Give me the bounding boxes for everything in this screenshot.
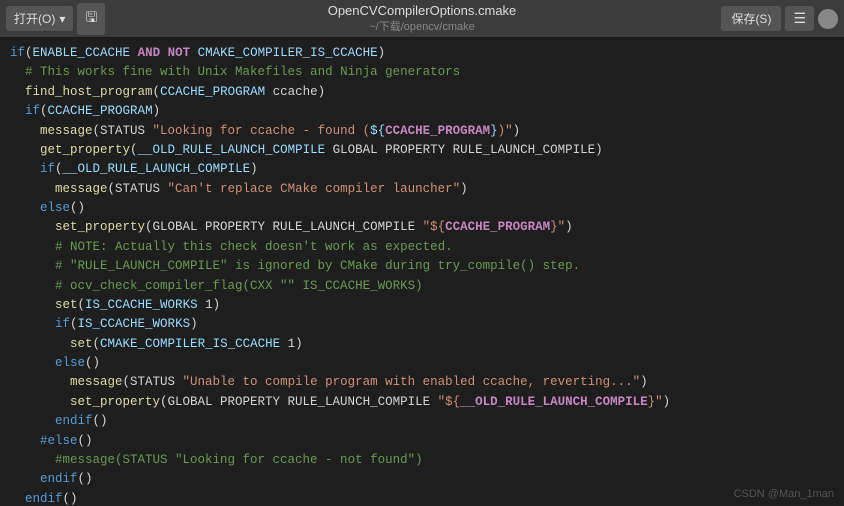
code-line-8: message(STATUS "Can't replace CMake comp… [0,180,844,199]
file-path: ~/下载/opencv/cmake [328,18,517,34]
code-line-17: else() [0,354,844,373]
code-editor[interactable]: if(ENABLE_CCACHE AND NOT CMAKE_COMPILER_… [0,38,844,506]
titlebar-left: 打开(O) ▾ 🖫 [0,3,105,35]
code-line-4: if(CCACHE_PROGRAM) [0,102,844,121]
code-line-3: find_host_program(CCACHE_PROGRAM ccache) [0,83,844,102]
file-icon-button[interactable]: 🖫 [77,3,105,35]
code-line-18: message(STATUS "Unable to compile progra… [0,373,844,392]
code-line-5: message(STATUS "Looking for ccache - fou… [0,122,844,141]
code-line-12: # "RULE_LAUNCH_COMPILE" is ignored by CM… [0,257,844,276]
open-arrow: ▾ [59,12,65,26]
watermark-label: CSDN @Man_1man [734,488,834,500]
code-line-10: set_property(GLOBAL PROPERTY RULE_LAUNCH… [0,218,844,237]
open-label: 打开(O) [14,10,55,27]
code-line-19: set_property(GLOBAL PROPERTY RULE_LAUNCH… [0,393,844,412]
titlebar-right: 保存(S) ☰ [721,6,844,31]
file-title: OpenCVCompilerOptions.cmake [328,3,517,18]
code-line-23: endif() [0,470,844,489]
save-button[interactable]: 保存(S) [721,6,781,31]
code-line-21: #else() [0,432,844,451]
code-line-2: # This works fine with Unix Makefiles an… [0,63,844,82]
circle-button[interactable] [818,9,838,29]
titlebar-center: OpenCVCompilerOptions.cmake ~/下载/opencv/… [328,3,517,34]
menu-hamburger-button[interactable]: ☰ [785,6,814,31]
code-line-1: if(ENABLE_CCACHE AND NOT CMAKE_COMPILER_… [0,44,844,63]
code-line-15: if(IS_CCACHE_WORKS) [0,315,844,334]
open-menu-button[interactable]: 打开(O) ▾ [6,6,73,31]
code-line-13: # ocv_check_compiler_flag(CXX "" IS_CCAC… [0,277,844,296]
code-line-24: endif() [0,490,844,506]
code-line-22: #message(STATUS "Looking for ccache - no… [0,451,844,470]
code-line-11: # NOTE: Actually this check doesn't work… [0,238,844,257]
code-line-6: get_property(__OLD_RULE_LAUNCH_COMPILE G… [0,141,844,160]
code-line-9: else() [0,199,844,218]
code-line-7: if(__OLD_RULE_LAUNCH_COMPILE) [0,160,844,179]
code-line-20: endif() [0,412,844,431]
titlebar: 打开(O) ▾ 🖫 OpenCVCompilerOptions.cmake ~/… [0,0,844,38]
code-line-14: set(IS_CCACHE_WORKS 1) [0,296,844,315]
code-line-16: set(CMAKE_COMPILER_IS_CCACHE 1) [0,335,844,354]
